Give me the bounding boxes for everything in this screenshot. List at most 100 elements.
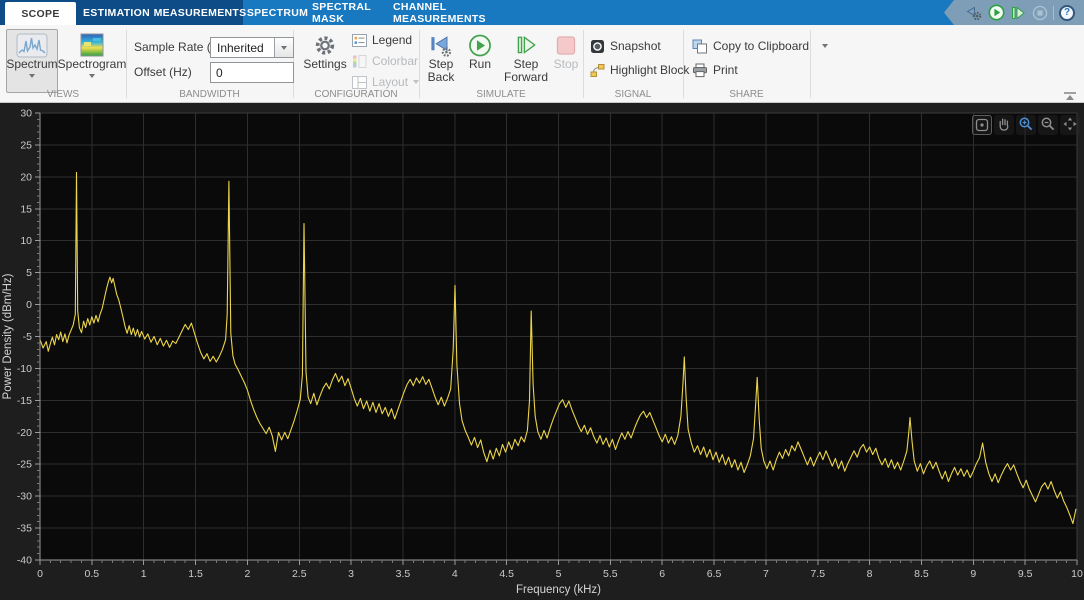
stop-icon	[555, 33, 577, 58]
spectrum-view-button[interactable]: Spectrum	[6, 29, 58, 93]
run-button[interactable]: Run	[461, 29, 499, 93]
svg-text:0.5: 0.5	[85, 568, 100, 580]
step-forward-icon	[1010, 5, 1026, 21]
svg-text:-35: -35	[17, 523, 32, 535]
tab-channel-measurements-label: CHANNEL MEASUREMENTS	[393, 1, 496, 25]
svg-text:-10: -10	[17, 363, 32, 375]
settings-button[interactable]: Settings	[301, 29, 349, 93]
copy-caret-icon	[822, 44, 828, 48]
stop-quick-button[interactable]	[1031, 4, 1049, 22]
run-label: Run	[469, 58, 491, 71]
highlight-block-label: Highlight Block	[610, 63, 689, 77]
svg-text:7.5: 7.5	[810, 568, 825, 580]
step-back-label: Step Back	[424, 58, 458, 84]
psd-chart: 00.511.522.533.544.555.566.577.588.599.5…	[0, 103, 1084, 600]
tab-channel-measurements[interactable]: CHANNEL MEASUREMENTS	[393, 0, 496, 25]
sample-rate-value: Inherited	[211, 38, 274, 57]
svg-text:0: 0	[26, 299, 32, 311]
sample-rate-dropdown-button[interactable]	[274, 38, 293, 57]
axes-toolbar	[972, 115, 1080, 135]
tab-spectrum-label: SPECTRUM	[247, 7, 308, 19]
svg-text:1: 1	[141, 568, 147, 580]
views-section-label: VIEWS	[0, 89, 126, 100]
offset-input[interactable]	[210, 62, 294, 83]
section-divider	[583, 30, 584, 98]
step-forward-button[interactable]: Step Forward	[501, 29, 551, 93]
legend-icon	[352, 34, 367, 47]
sample-rate-combobox[interactable]: Inherited	[210, 37, 294, 58]
collapse-ribbon-button[interactable]	[1062, 89, 1078, 101]
scope-plot-region: 00.511.522.533.544.555.566.577.588.599.5…	[0, 103, 1084, 600]
spectrogram-view-icon	[79, 33, 105, 58]
zoom-in-button[interactable]	[1016, 115, 1036, 135]
spectrum-analyzer-window: SCOPE ESTIMATION MEASUREMENTS SPECTRUM S…	[0, 0, 1084, 600]
print-button[interactable]: Print	[692, 61, 738, 79]
svg-text:9.5: 9.5	[1018, 568, 1033, 580]
simulate-section-label: SIMULATE	[419, 89, 583, 100]
highlight-block-button[interactable]: Highlight Block	[590, 61, 689, 79]
offset-label: Offset (Hz)	[134, 65, 192, 79]
svg-text:25: 25	[20, 139, 32, 151]
qab-separator	[1053, 6, 1054, 20]
fit-to-view-button[interactable]	[1060, 115, 1080, 135]
step-back-icon	[429, 33, 453, 58]
spectrum-dropdown-caret-icon	[29, 74, 35, 78]
simulation-settings-button[interactable]	[965, 4, 983, 22]
simulation-settings-icon	[966, 5, 982, 21]
svg-text:5: 5	[26, 267, 32, 279]
layout-label: Layout	[372, 75, 408, 89]
svg-text:6: 6	[659, 568, 665, 580]
collapse-ribbon-icon	[1063, 91, 1077, 101]
snapshot-button[interactable]: Snapshot	[590, 37, 661, 55]
svg-text:30: 30	[20, 108, 32, 120]
spectrogram-view-button[interactable]: Spectrogram	[62, 29, 122, 93]
configuration-section-label: CONFIGURATION	[293, 89, 419, 100]
zoom-out-icon	[1040, 116, 1056, 132]
restore-view-icon	[974, 117, 990, 133]
svg-text:5: 5	[556, 568, 562, 580]
copy-icon	[692, 39, 708, 54]
step-back-button[interactable]: Step Back	[421, 29, 461, 93]
zoom-out-button[interactable]	[1038, 115, 1058, 135]
svg-text:9: 9	[970, 568, 976, 580]
svg-text:8: 8	[867, 568, 873, 580]
run-icon	[988, 4, 1005, 21]
help-glyph: ?	[1064, 7, 1070, 18]
signal-section-label: SIGNAL	[583, 89, 683, 100]
help-button[interactable]: ?	[1058, 4, 1076, 22]
svg-text:-5: -5	[23, 331, 32, 343]
stop-disabled-icon	[1032, 5, 1048, 21]
tab-spectral-mask-label: SPECTRAL MASK	[312, 1, 393, 25]
tab-estimation[interactable]: ESTIMATION	[76, 0, 157, 25]
restore-view-button[interactable]	[972, 115, 992, 135]
stop-button[interactable]: Stop	[551, 29, 581, 93]
stop-label: Stop	[554, 58, 579, 71]
layout-caret-icon	[413, 80, 419, 84]
pan-hand-icon	[996, 116, 1012, 132]
svg-text:8.5: 8.5	[914, 568, 929, 580]
print-icon	[692, 63, 708, 78]
step-forward-label: Step Forward	[504, 58, 548, 84]
svg-text:-20: -20	[17, 427, 32, 439]
tab-scope[interactable]: SCOPE	[5, 2, 76, 25]
svg-text:4: 4	[452, 568, 458, 580]
svg-text:-30: -30	[17, 491, 32, 503]
svg-text:20: 20	[20, 171, 32, 183]
bandwidth-section-label: BANDWIDTH	[126, 89, 293, 100]
run-quick-button[interactable]	[987, 4, 1005, 22]
tab-spectral-mask[interactable]: SPECTRAL MASK	[312, 0, 393, 25]
step-forward-quick-button[interactable]	[1009, 4, 1027, 22]
legend-button[interactable]: Legend	[352, 31, 412, 49]
help-icon: ?	[1059, 5, 1075, 21]
tab-spectrum[interactable]: SPECTRUM	[243, 0, 312, 25]
pan-button[interactable]	[994, 115, 1014, 135]
colorbar-button[interactable]: Colorbar	[352, 52, 418, 70]
run-icon	[468, 33, 492, 58]
spectrogram-dropdown-caret-icon	[89, 74, 95, 78]
toolstrip-tab-bar: SCOPE ESTIMATION MEASUREMENTS SPECTRUM S…	[0, 0, 1084, 25]
highlight-block-icon	[590, 63, 605, 78]
svg-text:-25: -25	[17, 459, 32, 471]
copy-to-clipboard-button[interactable]: Copy to Clipboard	[692, 37, 828, 55]
tab-measurements[interactable]: MEASUREMENTS	[157, 0, 243, 25]
section-divider	[419, 30, 420, 98]
